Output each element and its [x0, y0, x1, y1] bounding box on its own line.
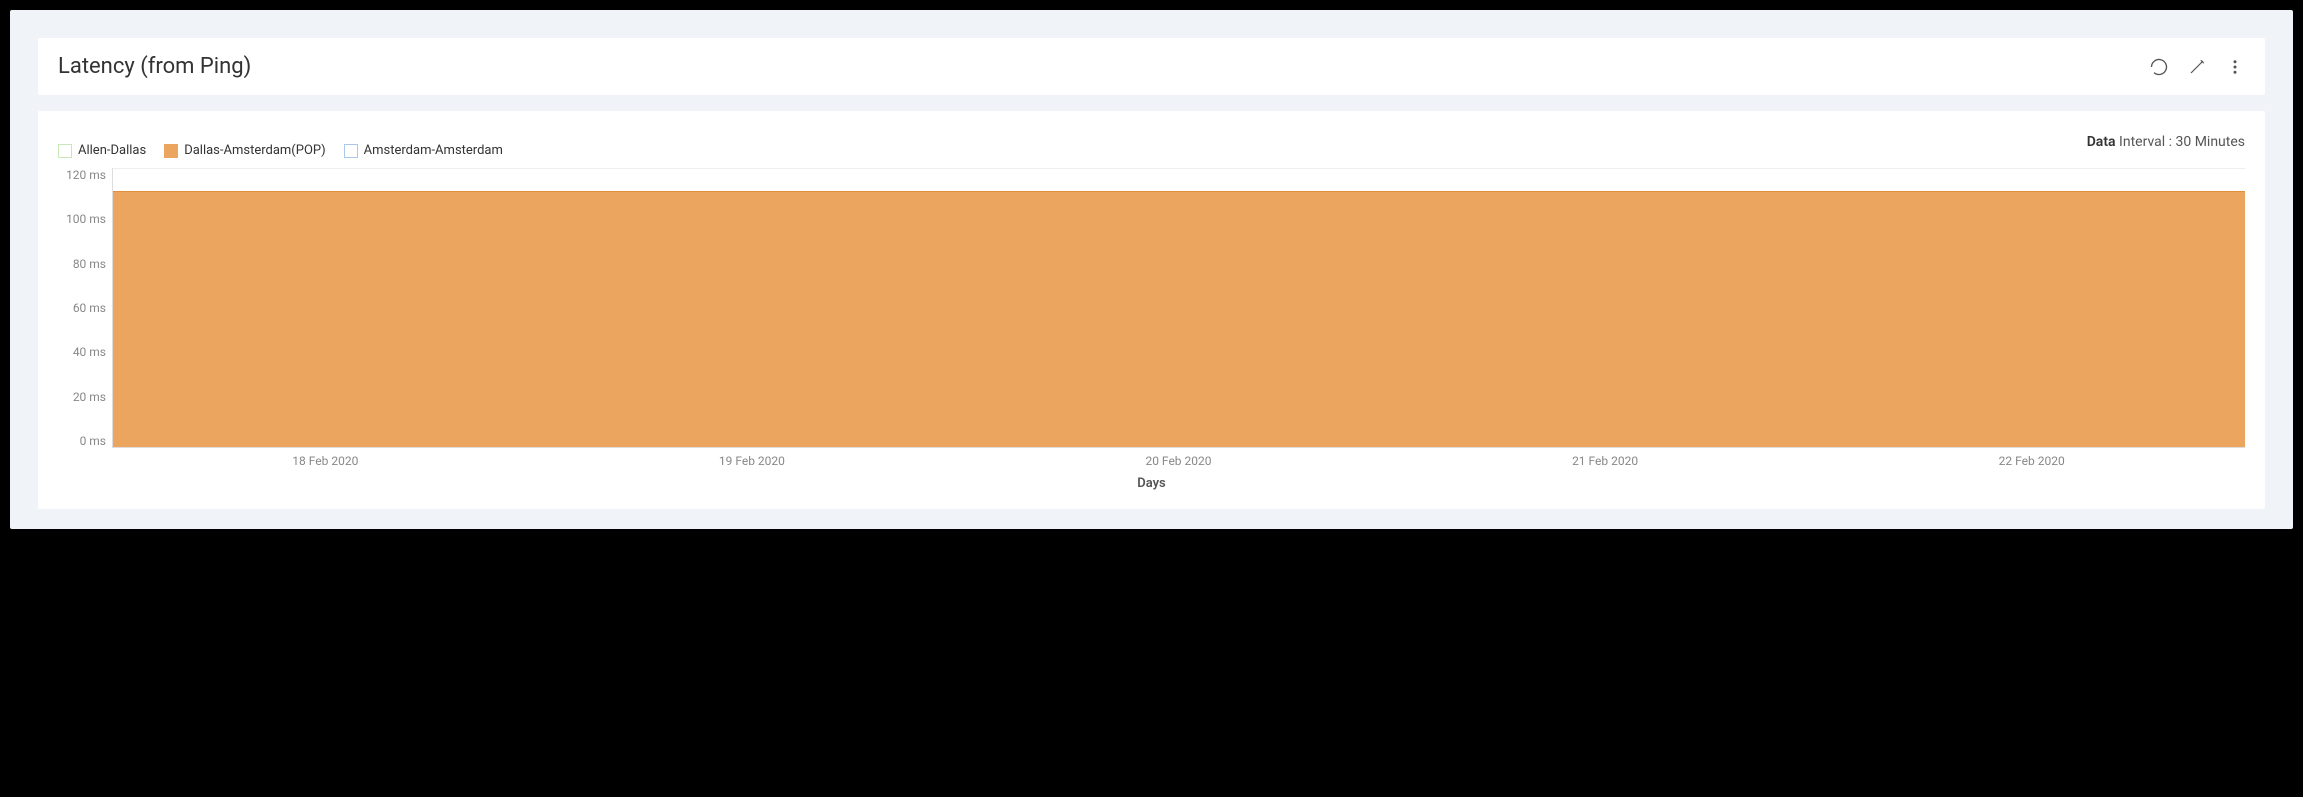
y-axis: 120 ms 100 ms 80 ms 60 ms 40 ms 20 ms 0 … [58, 168, 112, 448]
chart-card: Allen-Dallas Dallas-Amsterdam(POP) Amste… [38, 111, 2265, 509]
legend-swatch-icon [58, 144, 72, 158]
more-icon[interactable] [2225, 57, 2245, 77]
header-actions [2149, 57, 2245, 77]
y-tick: 20 ms [73, 390, 106, 404]
legend-swatch-icon [344, 144, 358, 158]
chart-title: Latency (from Ping) [58, 54, 251, 79]
legend-label: Amsterdam-Amsterdam [364, 143, 503, 158]
dashboard-panel: Latency (from Ping) [10, 10, 2293, 529]
plot-wrap: 120 ms 100 ms 80 ms 60 ms 40 ms 20 ms 0 … [58, 168, 2245, 448]
legend-item-allen-dallas[interactable]: Allen-Dallas [58, 143, 146, 158]
x-tick: 21 Feb 2020 [1572, 454, 1638, 468]
x-tick: 22 Feb 2020 [1999, 454, 2065, 468]
chart-top-bar: Allen-Dallas Dallas-Amsterdam(POP) Amste… [58, 125, 2245, 158]
card-header: Latency (from Ping) [38, 38, 2265, 95]
x-tick: 18 Feb 2020 [292, 454, 358, 468]
x-tick: 19 Feb 2020 [719, 454, 785, 468]
y-tick: 120 ms [66, 168, 106, 182]
refresh-icon[interactable] [2149, 57, 2169, 77]
y-tick: 80 ms [73, 257, 106, 271]
legend-label: Dallas-Amsterdam(POP) [184, 143, 325, 158]
legend-item-amsterdam-amsterdam[interactable]: Amsterdam-Amsterdam [344, 143, 503, 158]
y-tick: 100 ms [66, 212, 106, 226]
legend: Allen-Dallas Dallas-Amsterdam(POP) Amste… [58, 125, 503, 158]
y-tick: 60 ms [73, 301, 106, 315]
x-axis: 18 Feb 2020 19 Feb 2020 20 Feb 2020 21 F… [112, 454, 2245, 468]
edit-icon[interactable] [2187, 57, 2207, 77]
legend-swatch-icon [164, 144, 178, 158]
x-axis-label: Days [58, 476, 2245, 491]
series-area-dallas-amsterdam [113, 191, 2245, 447]
y-tick: 0 ms [80, 434, 106, 448]
legend-label: Allen-Dallas [78, 143, 146, 158]
legend-item-dallas-amsterdam[interactable]: Dallas-Amsterdam(POP) [164, 143, 325, 158]
plot-area[interactable] [112, 168, 2245, 448]
x-tick: 20 Feb 2020 [1145, 454, 1211, 468]
data-interval-label: Data Interval : 30 Minutes [2087, 134, 2245, 150]
y-tick: 40 ms [73, 345, 106, 359]
